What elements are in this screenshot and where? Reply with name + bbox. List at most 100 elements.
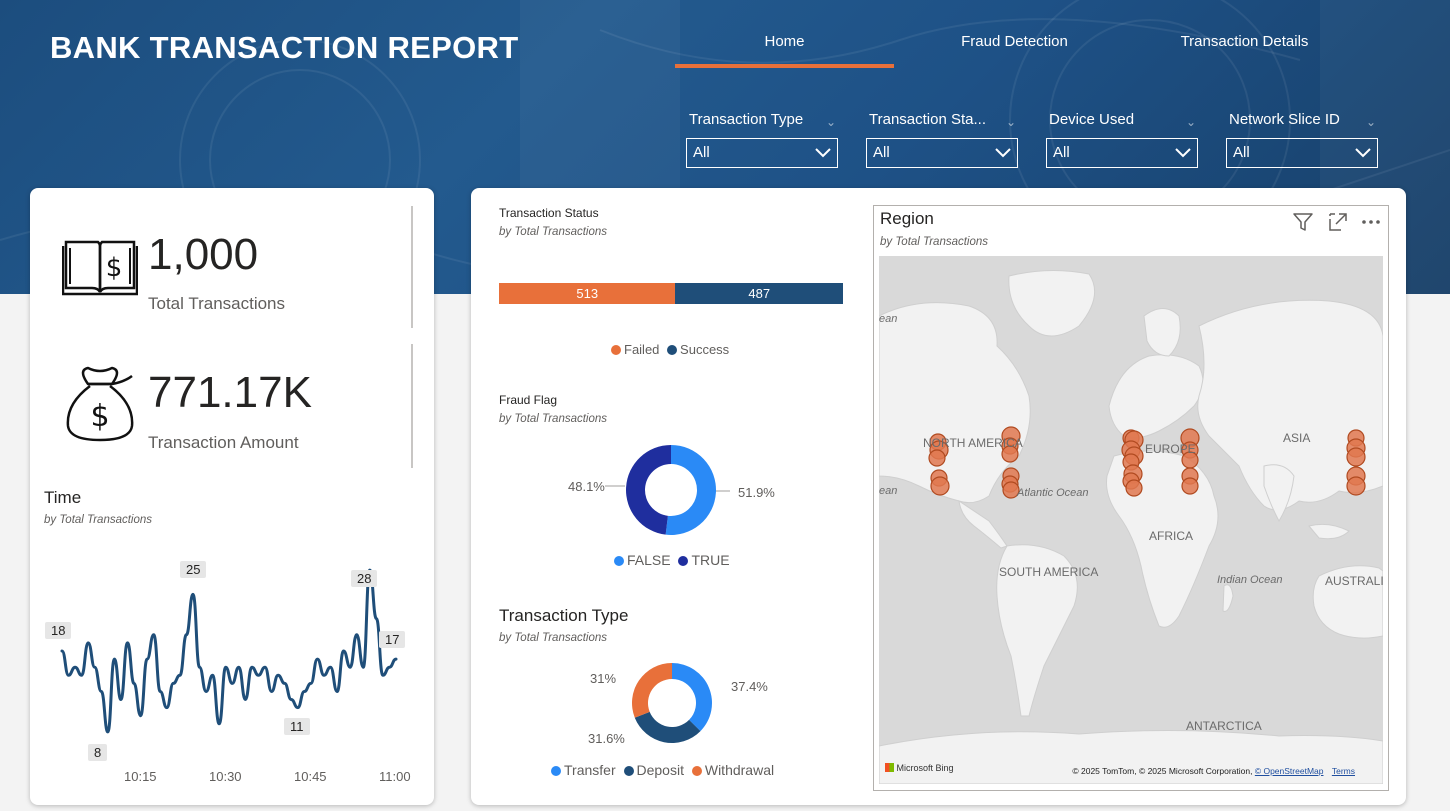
slicer-value: All bbox=[1233, 144, 1250, 161]
svg-text:$: $ bbox=[90, 399, 109, 434]
chevron-down-icon bbox=[1175, 148, 1191, 158]
data-label-28: 28 bbox=[351, 570, 378, 587]
tab-transaction-details[interactable]: Transaction Details bbox=[1135, 26, 1354, 68]
type-withdrawal-pct: 31% bbox=[590, 671, 617, 686]
fraud-legend: FALSE TRUE bbox=[614, 552, 734, 568]
slicer-label: Transaction Type bbox=[689, 111, 804, 128]
terms-link[interactable]: Terms bbox=[1332, 766, 1355, 776]
x-tick: 10:15 bbox=[124, 769, 157, 784]
filter-icon[interactable] bbox=[1292, 211, 1314, 233]
x-tick: 10:45 bbox=[294, 769, 327, 784]
map-label-atlantic: Atlantic Ocean bbox=[1017, 487, 1089, 499]
map-attribution: © 2025 TomTom, © 2025 Microsoft Corporat… bbox=[1072, 766, 1355, 776]
time-series-line bbox=[60, 568, 398, 734]
chevron-down-icon bbox=[995, 148, 1011, 158]
type-deposit-pct: 31.6% bbox=[588, 731, 625, 746]
slicer-label: Device Used bbox=[1049, 111, 1135, 128]
chevron-down-icon bbox=[1355, 148, 1371, 158]
chevron-down-icon[interactable]: ⌄ bbox=[826, 110, 836, 132]
status-stacked-bar[interactable]: 513 487 bbox=[499, 283, 843, 304]
total-transactions-label: Total Transactions bbox=[148, 294, 286, 313]
more-options-icon[interactable] bbox=[1360, 211, 1382, 233]
leader-lines bbox=[605, 485, 730, 492]
legend-item-withdrawal[interactable]: Withdrawal bbox=[691, 762, 774, 778]
transaction-amount-label: Transaction Amount bbox=[148, 433, 299, 452]
type-chart-subtitle: by Total Transactions bbox=[499, 632, 608, 644]
status-chart-subtitle: by Total Transactions bbox=[499, 226, 608, 238]
legend-item-failed[interactable]: Failed bbox=[611, 342, 659, 357]
slicer-value: All bbox=[693, 144, 710, 161]
osm-link[interactable]: © OpenStreetMap bbox=[1255, 766, 1324, 776]
total-transactions-value: 1,000 bbox=[148, 230, 259, 279]
slicer-transaction-status: Transaction Sta... ⌄ All bbox=[866, 108, 1018, 168]
type-donut-chart[interactable] bbox=[628, 659, 716, 747]
map-label-north-america: NORTH AMERICA bbox=[923, 436, 1023, 450]
slicer-network-slice-id: Network Slice ID ⌄ All bbox=[1226, 108, 1378, 168]
legend-item-deposit[interactable]: Deposit bbox=[623, 762, 684, 778]
map-label-australia: AUSTRALIA bbox=[1325, 574, 1383, 588]
bar-segment-failed[interactable]: 513 bbox=[499, 283, 676, 304]
slicer-device-used: Device Used ⌄ All bbox=[1046, 108, 1198, 168]
map-label-europe: EUROPE bbox=[1145, 442, 1196, 456]
data-label-25: 25 bbox=[180, 561, 207, 578]
focus-mode-icon[interactable] bbox=[1327, 211, 1349, 233]
slicer-dropdown[interactable]: All bbox=[686, 138, 838, 168]
data-label-18: 18 bbox=[45, 622, 72, 639]
tab-home[interactable]: Home bbox=[675, 26, 894, 68]
svg-text:$: $ bbox=[106, 253, 123, 283]
type-transfer-pct: 37.4% bbox=[731, 679, 768, 694]
map-subtitle: by Total Transactions bbox=[880, 236, 989, 248]
donut-slice-deposit[interactable] bbox=[634, 711, 701, 743]
divider bbox=[411, 344, 413, 468]
map-label-antarctica: ANTARCTICA bbox=[1186, 719, 1262, 733]
slicer-value: All bbox=[873, 144, 890, 161]
time-chart-title: Time bbox=[44, 488, 82, 507]
fraud-false-pct: 51.9% bbox=[738, 485, 775, 500]
chevron-down-icon[interactable]: ⌄ bbox=[1366, 110, 1376, 132]
slicer-label: Network Slice ID bbox=[1229, 111, 1340, 128]
map-title: Region bbox=[880, 209, 934, 228]
map-label-ocean-edge: ean bbox=[879, 485, 898, 497]
slicer-value: All bbox=[1053, 144, 1070, 161]
slicer-dropdown[interactable]: All bbox=[1046, 138, 1198, 168]
transaction-amount-value: 771.17K bbox=[148, 368, 312, 417]
data-label-11: 11 bbox=[284, 718, 310, 735]
donut-slice-transfer[interactable] bbox=[672, 663, 712, 732]
slicer-label: Transaction Sta... bbox=[869, 111, 986, 128]
legend-item-true[interactable]: TRUE bbox=[678, 552, 730, 568]
page-title: BANK TRANSACTION REPORT bbox=[50, 30, 519, 65]
chevron-down-icon[interactable]: ⌄ bbox=[1006, 110, 1016, 132]
legend-item-transfer[interactable]: Transfer bbox=[551, 762, 616, 778]
type-legend: Transfer Deposit Withdrawal bbox=[551, 762, 778, 778]
fraud-chart-title: Fraud Flag bbox=[499, 393, 558, 407]
slicer-transaction-type: Transaction Type ⌄ All bbox=[686, 108, 838, 168]
slicer-dropdown[interactable]: All bbox=[866, 138, 1018, 168]
time-chart-subtitle: by Total Transactions bbox=[44, 514, 153, 526]
data-label-8: 8 bbox=[88, 744, 108, 761]
map-label-asia: ASIA bbox=[1283, 431, 1311, 445]
bar-segment-success[interactable]: 487 bbox=[675, 283, 843, 304]
map-label-africa: AFRICA bbox=[1149, 529, 1194, 543]
bing-logo: Microsoft Bing bbox=[885, 763, 954, 773]
tab-fraud-detection[interactable]: Fraud Detection bbox=[905, 26, 1124, 68]
x-tick: 11:00 bbox=[379, 769, 411, 784]
map-label-south-america: SOUTH AMERICA bbox=[999, 565, 1099, 579]
fraud-chart-subtitle: by Total Transactions bbox=[499, 413, 608, 425]
donut-slice-withdrawal[interactable] bbox=[632, 663, 672, 718]
money-bag-icon: $ bbox=[66, 366, 134, 442]
legend-item-false[interactable]: FALSE bbox=[614, 552, 671, 568]
chevron-down-icon[interactable]: ⌄ bbox=[1186, 110, 1196, 132]
slicer-dropdown[interactable]: All bbox=[1226, 138, 1378, 168]
map-copyright: © 2025 TomTom, © 2025 Microsoft Corporat… bbox=[1072, 766, 1253, 776]
legend-item-success[interactable]: Success bbox=[667, 342, 729, 357]
chevron-down-icon bbox=[815, 148, 831, 158]
world-map bbox=[879, 269, 1383, 784]
map-canvas[interactable]: NORTH AMERICA EUROPE ASIA AFRICA SOUTH A… bbox=[879, 256, 1383, 784]
ledger-dollar-icon: $ bbox=[62, 240, 138, 296]
divider bbox=[411, 206, 413, 328]
status-chart-title: Transaction Status bbox=[499, 206, 599, 220]
x-tick: 10:30 bbox=[209, 769, 242, 784]
data-label-17: 17 bbox=[379, 631, 406, 648]
map-label-indian: Indian Ocean bbox=[1217, 574, 1283, 586]
map-label-ocean-edge: ean bbox=[879, 313, 898, 325]
